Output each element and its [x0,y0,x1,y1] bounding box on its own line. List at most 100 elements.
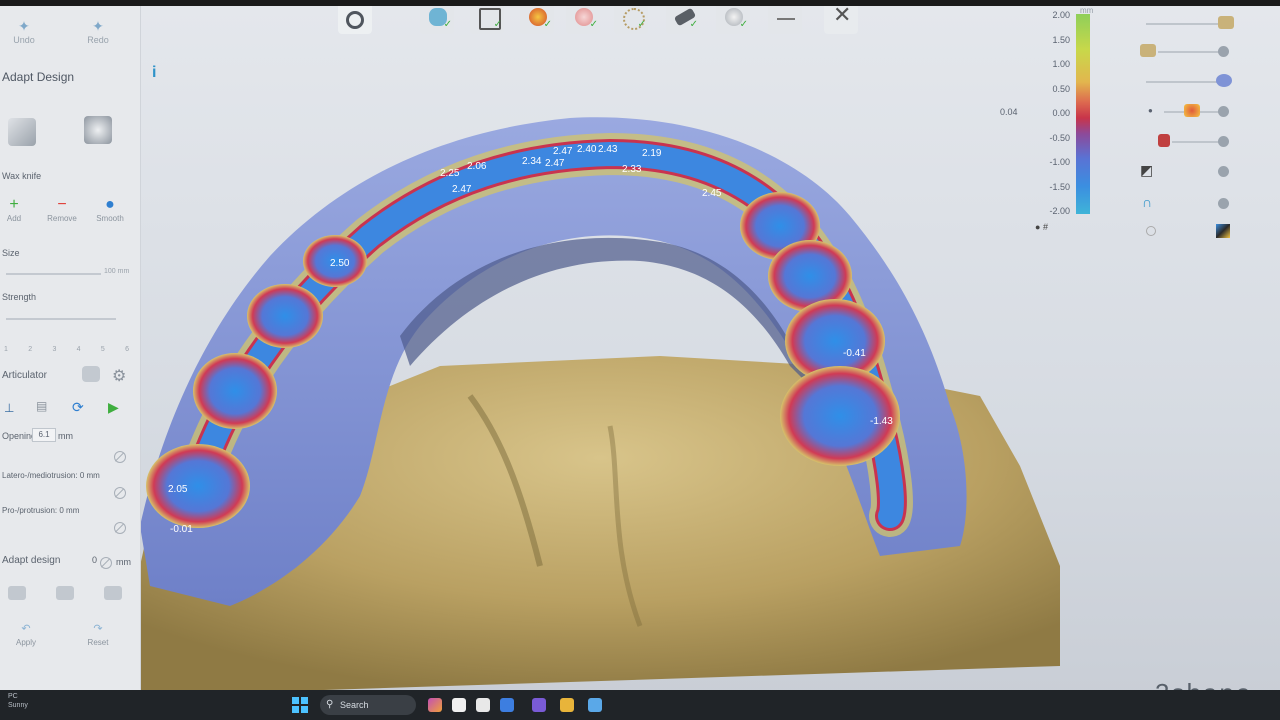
scale-label: 0.50 [1052,84,1070,94]
tooth-step-button[interactable]: ✓ [566,6,600,34]
reset-rotation-icon[interactable]: ⟳ [72,399,84,416]
annotation: 2.43 [598,144,618,155]
scale-label: -0.50 [1049,133,1070,143]
disable-icon[interactable] [114,522,126,534]
visibility-slider-5[interactable] [1140,132,1240,152]
app-icon[interactable] [428,698,442,712]
size-max: 100 mm [104,268,130,275]
visibility-slider-2[interactable] [1140,42,1240,62]
annotation: 2.34 [522,156,542,167]
folder-icon[interactable] [560,698,574,712]
palette-icon [1216,224,1230,238]
search-icon: ⚲ [326,699,334,710]
color-scale: mm 2.00 1.50 1.00 0.50 0.00 -0.50 -1.00 … [990,6,1110,236]
windows-start-icon[interactable] [292,697,308,713]
connector-step-button[interactable]: ✓ [614,6,648,34]
model-thumb-icon [1218,16,1234,29]
articulator-icon[interactable] [82,366,100,382]
annotation: 2.06 [467,161,487,172]
drop-icon: ● [105,196,115,213]
stone-icon [1140,44,1156,57]
annotation: 2.40 [577,144,597,155]
check-icon: ✓ [739,19,748,30]
app-icon[interactable] [500,698,514,712]
redo-button[interactable]: ✦ Redo [78,18,118,45]
check-icon: ✓ [443,19,452,30]
app-icon[interactable] [532,698,546,712]
view-icon[interactable] [8,586,26,600]
play-icon[interactable]: ▶ [108,399,119,416]
tooth-contact-2 [193,353,277,429]
articulator-step-button[interactable]: ✓ [470,6,504,34]
disable-icon[interactable] [114,487,126,499]
articulator-tool-icon[interactable]: ⊥ [4,401,14,415]
hash-radio[interactable]: ● # [1035,222,1048,232]
annotation: -0.01 [170,524,193,535]
info-icon[interactable]: i [152,64,156,82]
gear-icon[interactable]: ⚙ [112,366,126,386]
scale-label: -1.00 [1049,157,1070,167]
workflow-toolbar: ✓ ✓ ✓ ✓ ✓ ✓ ✓ ✕ [330,6,870,40]
close-button[interactable]: ✕ [824,6,858,34]
wax-tool-icon[interactable] [8,118,36,146]
visibility-slider-4[interactable]: ● [1140,102,1240,122]
visibility-toggle-7[interactable]: ∩ [1140,194,1240,214]
radio-icon [1146,226,1156,236]
visibility-toggle-8[interactable] [1140,224,1240,244]
visibility-slider-1[interactable] [1140,14,1240,34]
annotation: 2.25 [440,168,460,179]
annotation: 2.50 [330,258,350,269]
model-tool-icon[interactable] [84,116,112,144]
reset-button[interactable]: ↷ Reset [78,620,118,647]
remove-button[interactable]: − Remove [42,196,82,223]
view-icon[interactable] [104,586,122,600]
check-icon: ✓ [637,19,646,30]
weather-widget[interactable]: PC Sunny [8,692,28,710]
size-slider[interactable] [6,273,101,275]
annotation: 2.47 [553,146,573,157]
taskbar-search[interactable]: ⚲ Search [320,695,416,715]
scale-label: 0.00 [1052,108,1070,118]
app-icon[interactable] [476,698,490,712]
left-panel: ✦ Undo ✦ Redo Adapt Design Wax knife + Add … [0,6,141,696]
apply-button[interactable]: ↶ Apply [6,620,46,647]
app-icon[interactable] [452,698,466,712]
crown-red-icon [1158,134,1170,147]
opening-input[interactable]: 6.1 [32,428,56,442]
annotation: -1.43 [870,416,893,427]
radio-icon: ● [1148,106,1153,115]
os-taskbar: PC Sunny ⚲ Search [0,690,1280,720]
check-icon: ✓ [689,19,698,30]
size-label: Size [2,248,20,258]
layers-icon[interactable]: ▤ [36,399,47,413]
app-window: 2.50 2.25 2.06 2.47 2.34 2.47 2.47 2.40 … [0,6,1280,696]
adapt-design-label: Adapt design [2,555,61,566]
apply-icon: ↶ [21,623,31,635]
scale-label: -2.00 [1049,206,1070,216]
strength-slider[interactable] [6,318,116,320]
app-icon[interactable] [588,698,602,712]
wax-knife-step-button[interactable]: ✓ [666,6,700,34]
annotation: 2.47 [545,158,565,169]
visibility-slider-3[interactable] [1140,72,1240,92]
crown-step-button[interactable]: ✓ [520,6,554,34]
adapt-design-unit: mm [116,557,131,567]
disable-icon[interactable] [114,451,126,463]
visibility-toggle-6[interactable]: ◩ [1140,162,1240,182]
disable-icon[interactable] [100,557,112,569]
strength-label: Strength [2,292,37,302]
check-icon: ✓ [589,19,598,30]
adapt-design-value[interactable]: 0 [92,555,97,565]
smooth-button[interactable]: ● Smooth [90,196,130,223]
opening-unit: mm [58,431,73,441]
plane-step-button[interactable] [768,6,802,34]
tray-step-button[interactable]: ✓ [420,6,454,34]
add-button[interactable]: + Add [0,196,34,223]
sphere-step-button[interactable]: ✓ [716,6,750,34]
scale-current-value: 0.04 [1000,107,1018,117]
tooth-contact-3 [247,284,323,348]
settings-gear-button[interactable] [338,6,372,34]
view-icon[interactable] [56,586,74,600]
undo-button[interactable]: ✦ Undo [4,18,44,45]
heatmap-icon [1184,104,1200,117]
